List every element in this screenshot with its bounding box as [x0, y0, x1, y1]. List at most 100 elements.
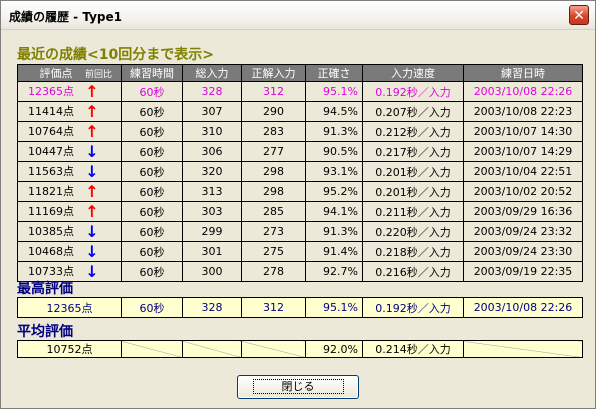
column-header-accuracy: 正確さ [305, 64, 363, 82]
arrow-down-icon: ↓ [85, 161, 99, 181]
score-cell: 10764点 ↑ [17, 121, 122, 142]
close-button[interactable]: 閉じる [237, 375, 359, 399]
column-header-date: 練習日時 [463, 64, 583, 82]
total-cell: 300 [182, 261, 242, 282]
correct-cell: 312 [241, 81, 306, 102]
speed-cell: 0.201秒／入力 [362, 161, 464, 182]
best-score-row: 12365点 60秒 328 312 95.1% 0.192秒／入力 2003/… [17, 297, 583, 318]
date-cell: 2003/09/19 22:35 [463, 261, 583, 282]
total-cell: 328 [182, 81, 242, 102]
correct-cell: 290 [241, 101, 306, 122]
correct-cell: 277 [241, 141, 306, 162]
speed-cell: 0.216秒／入力 [362, 261, 464, 282]
correct-cell: 298 [241, 181, 306, 202]
score-value: 10468点 [28, 244, 74, 258]
date-cell: 2003/09/24 23:32 [463, 221, 583, 242]
window-title: 成績の履歴 ‐ Type1 [9, 10, 122, 24]
arrow-up-icon: ↑ [85, 181, 99, 201]
date-cell: 2003/09/29 16:36 [463, 201, 583, 222]
arrow-down-icon: ↓ [85, 221, 99, 241]
arrow-down-icon: ↓ [85, 261, 99, 281]
time-cell: 60秒 [121, 181, 183, 202]
date-cell: 2003/10/04 22:51 [463, 161, 583, 182]
history-window: 成績の履歴 ‐ Type1 ✕ 最近の成績<10回分まで表示> 評価点 前回比 練… [0, 0, 596, 409]
column-header-score: 評価点 前回比 [17, 64, 122, 82]
total-cell: 320 [182, 161, 242, 182]
date-cell: 2003/09/24 23:30 [463, 241, 583, 262]
speed-cell: 0.201秒／入力 [362, 181, 464, 202]
time-cell: 60秒 [121, 101, 183, 122]
average-score: 10752点 [17, 340, 122, 358]
time-cell: 60秒 [121, 241, 183, 262]
recent-results-table: 評価点 前回比 練習時間 総入力 正解入力 正確さ 入力速度 練習日時 12365… [17, 64, 583, 282]
score-cell: 11821点 ↑ [17, 181, 122, 202]
accuracy-cell: 92.7% [305, 261, 363, 282]
speed-cell: 0.207秒／入力 [362, 101, 464, 122]
average-date-empty [463, 340, 583, 358]
title-bar: 成績の履歴 ‐ Type1 ✕ [1, 1, 595, 30]
average-accuracy: 92.0% [305, 340, 363, 358]
date-cell: 2003/10/07 14:29 [463, 141, 583, 162]
correct-cell: 278 [241, 261, 306, 282]
column-header-total: 総入力 [182, 64, 242, 82]
average-speed: 0.214秒／入力 [362, 340, 464, 358]
best-accuracy: 95.1% [305, 297, 363, 318]
accuracy-cell: 95.1% [305, 81, 363, 102]
correct-cell: 298 [241, 161, 306, 182]
time-cell: 60秒 [121, 121, 183, 142]
table-row: 11563点 ↓ 60秒 320 298 93.1% 0.201秒／入力 2003/10/04… [17, 161, 583, 182]
accuracy-cell: 91.4% [305, 241, 363, 262]
best-speed: 0.192秒／入力 [362, 297, 464, 318]
table-header-row: 評価点 前回比 練習時間 総入力 正解入力 正確さ 入力速度 練習日時 [17, 64, 583, 82]
table-row: 10468点 ↓ 60秒 301 275 91.4% 0.218秒／入力 2003/09/24… [17, 241, 583, 262]
score-cell: 11563点 ↓ [17, 161, 122, 182]
date-cell: 2003/10/02 20:52 [463, 181, 583, 202]
total-cell: 303 [182, 201, 242, 222]
score-cell: 11414点 ↑ [17, 101, 122, 122]
total-cell: 307 [182, 101, 242, 122]
table-row: 10764点 ↑ 60秒 310 283 91.3% 0.212秒／入力 2003/10/07… [17, 121, 583, 142]
score-value: 10385点 [28, 224, 74, 238]
total-cell: 301 [182, 241, 242, 262]
table-row: 11414点 ↑ 60秒 307 290 94.5% 0.207秒／入力 2003/10/08… [17, 101, 583, 122]
score-value: 11821点 [28, 184, 74, 198]
column-header-time: 練習時間 [121, 64, 183, 82]
score-cell: 10468点 ↓ [17, 241, 122, 262]
score-value: 11414点 [28, 104, 74, 118]
arrow-down-icon: ↓ [85, 241, 99, 261]
speed-cell: 0.211秒／入力 [362, 201, 464, 222]
score-value: 10733点 [28, 264, 74, 278]
arrow-up-icon: ↑ [85, 81, 99, 101]
average-total-empty [182, 340, 242, 358]
column-header-speed: 入力速度 [362, 64, 464, 82]
score-cell: 12365点 ↑ [17, 81, 122, 102]
date-cell: 2003/10/07 14:30 [463, 121, 583, 142]
correct-cell: 285 [241, 201, 306, 222]
best-total: 328 [182, 297, 242, 318]
accuracy-cell: 95.2% [305, 181, 363, 202]
speed-cell: 0.192秒／入力 [362, 81, 464, 102]
accuracy-cell: 91.3% [305, 121, 363, 142]
date-cell: 2003/10/08 22:26 [463, 81, 583, 102]
correct-cell: 275 [241, 241, 306, 262]
time-cell: 60秒 [121, 221, 183, 242]
time-cell: 60秒 [121, 161, 183, 182]
table-row: 11821点 ↑ 60秒 313 298 95.2% 0.201秒／入力 2003/10/02… [17, 181, 583, 202]
average-score-row: 10752点 92.0% 0.214秒／入力 [17, 340, 583, 358]
arrow-up-icon: ↑ [85, 121, 99, 141]
accuracy-cell: 91.3% [305, 221, 363, 242]
arrow-up-icon: ↑ [85, 201, 99, 221]
speed-cell: 0.218秒／入力 [362, 241, 464, 262]
best-score-table: 12365点 60秒 328 312 95.1% 0.192秒／入力 2003/… [17, 297, 583, 318]
total-cell: 306 [182, 141, 242, 162]
table-row: 10385点 ↓ 60秒 299 273 91.3% 0.220秒／入力 2003/09/24… [17, 221, 583, 242]
table-row: 12365点 ↑ 60秒 328 312 95.1% 0.192秒／入力 2003/10/08… [17, 81, 583, 102]
arrow-down-icon: ↓ [85, 141, 99, 161]
score-cell: 10447点 ↓ [17, 141, 122, 162]
score-cell: 11169点 ↑ [17, 201, 122, 222]
arrow-up-icon: ↑ [85, 101, 99, 121]
average-correct-empty [241, 340, 306, 358]
close-icon[interactable]: ✕ [569, 5, 589, 25]
time-cell: 60秒 [121, 81, 183, 102]
best-correct: 312 [241, 297, 306, 318]
